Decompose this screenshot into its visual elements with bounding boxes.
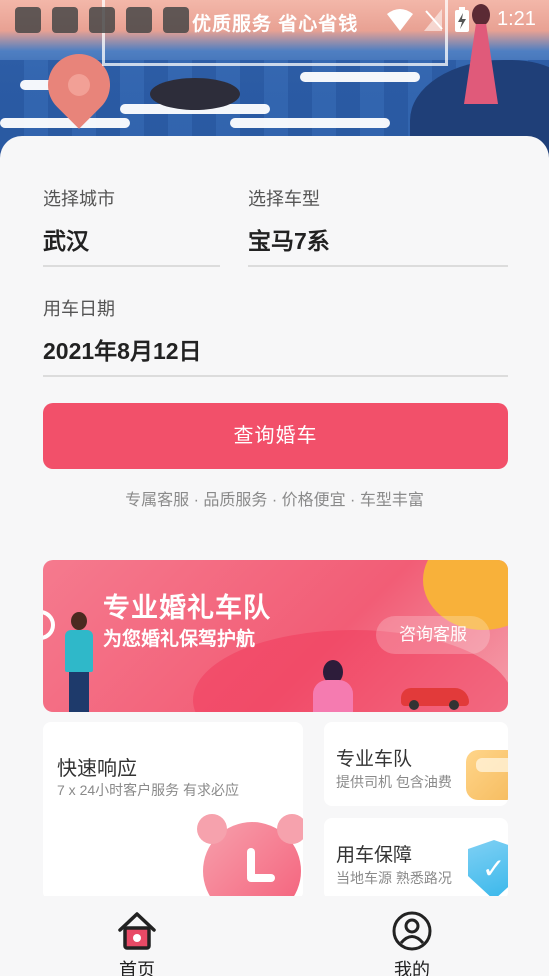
service-desc: 提供司机 包含油费 <box>336 774 452 790</box>
city-label: 选择城市 <box>43 189 115 209</box>
shield-check-icon <box>468 840 508 900</box>
service-tile-pro-fleet[interactable]: 专业车队 提供司机 包含油费 <box>324 722 508 806</box>
status-time: 1:21 <box>497 8 536 30</box>
wifi-icon <box>387 9 413 31</box>
bottom-navigation: 首页 我的 <box>0 896 549 976</box>
notification-icon <box>126 7 152 33</box>
wave <box>0 118 130 128</box>
car-model-label: 选择车型 <box>248 189 320 209</box>
divider <box>43 375 508 377</box>
car-icon <box>466 750 508 800</box>
wedding-car-illustration <box>401 688 469 710</box>
nav-label-mine: 我的 <box>394 960 430 976</box>
rock <box>150 78 240 110</box>
car-model-select[interactable]: 宝马7系 <box>248 222 330 256</box>
battery-charging-icon <box>455 7 469 32</box>
features-line: 专属客服 · 品质服务 · 价格便宜 · 车型丰富 <box>125 492 424 509</box>
decorative-ring <box>43 610 55 640</box>
promo-banner[interactable]: 专业婚礼车队 为您婚礼保驾护航 咨询客服 <box>43 560 508 712</box>
notification-icon <box>89 7 115 33</box>
service-tile-fast-response[interactable]: 快速响应 7 x 24小时客户服务 有求必应 <box>43 722 303 900</box>
service-desc: 7 x 24小时客户服务 有求必应 <box>57 782 240 798</box>
user-icon <box>392 911 432 951</box>
status-banner-text: 优质服务 省心省钱 <box>192 14 359 35</box>
nav-item-mine[interactable]: 我的 <box>357 902 467 976</box>
signal-off-icon <box>424 9 443 31</box>
nav-item-home[interactable]: 首页 <box>82 902 192 976</box>
notification-icon <box>15 7 41 33</box>
service-desc: 当地车源 熟悉路况 <box>336 870 452 886</box>
woman-illustration <box>313 660 353 712</box>
service-title: 专业车队 <box>336 749 413 770</box>
home-icon <box>118 912 156 950</box>
divider <box>43 265 220 267</box>
notification-icon <box>163 7 189 33</box>
service-title: 快速响应 <box>57 758 137 780</box>
divider <box>248 265 508 267</box>
service-title: 用车保障 <box>336 845 413 866</box>
notification-icon <box>52 7 78 33</box>
date-select[interactable]: 2021年8月12日 <box>43 332 202 366</box>
date-label: 用车日期 <box>43 299 115 319</box>
alarm-clock-icon <box>197 814 303 900</box>
man-illustration <box>63 612 95 712</box>
service-tile-guarantee[interactable]: 用车保障 当地车源 熟悉路况 <box>324 818 508 900</box>
promo-subtitle: 为您婚礼保驾护航 <box>103 629 256 650</box>
city-select[interactable]: 武汉 <box>43 222 89 256</box>
query-wedding-car-button[interactable]: 查询婚车 <box>43 403 508 469</box>
wave <box>300 72 420 82</box>
promo-title: 专业婚礼车队 <box>103 593 271 623</box>
nav-label-home: 首页 <box>119 960 155 976</box>
consult-service-button[interactable]: 咨询客服 <box>376 616 490 654</box>
wave <box>230 118 390 128</box>
status-bar: 优质服务 省心省钱 1:21 <box>0 0 549 40</box>
